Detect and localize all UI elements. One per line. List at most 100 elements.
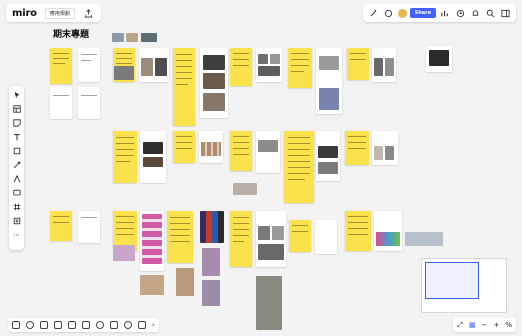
export-icon[interactable] <box>83 7 95 19</box>
minimap[interactable] <box>421 258 507 313</box>
upload-icon[interactable] <box>11 215 22 227</box>
activity-icon[interactable] <box>439 7 451 19</box>
present-icon[interactable] <box>68 321 76 329</box>
board-name[interactable]: 應用規劃 <box>44 7 75 19</box>
photo[interactable] <box>258 226 270 240</box>
reactions-icon[interactable] <box>383 7 395 19</box>
document-card[interactable] <box>50 87 72 119</box>
document-card[interactable] <box>78 48 100 82</box>
photo[interactable] <box>258 54 268 64</box>
photo[interactable] <box>203 93 225 111</box>
timer-icon[interactable] <box>454 7 466 19</box>
share-button[interactable]: Share <box>409 8 436 18</box>
photo[interactable] <box>374 58 383 76</box>
photo[interactable] <box>143 157 163 167</box>
select-icon[interactable] <box>11 89 22 101</box>
thumbnail-image[interactable] <box>126 33 138 42</box>
photo[interactable] <box>270 54 280 64</box>
photo[interactable] <box>203 55 225 70</box>
photo[interactable] <box>114 66 134 80</box>
photo[interactable] <box>376 232 400 246</box>
photo-grid[interactable] <box>201 142 221 156</box>
share-screen-icon[interactable] <box>82 321 90 329</box>
zoom-in-button[interactable]: + <box>493 321 499 329</box>
magic-icon[interactable] <box>368 7 380 19</box>
image-card[interactable] <box>256 131 280 173</box>
miro-logo[interactable]: miro <box>12 8 37 19</box>
sticky-note[interactable] <box>345 211 371 251</box>
minimap-viewport[interactable] <box>425 262 479 299</box>
photo[interactable] <box>318 162 338 174</box>
connector-icon[interactable] <box>11 159 22 171</box>
chat-icon[interactable] <box>26 321 34 329</box>
photo-grid[interactable] <box>142 214 162 264</box>
avatar[interactable] <box>397 8 407 18</box>
photo[interactable] <box>203 73 225 89</box>
sticky-note[interactable] <box>345 131 369 165</box>
photo[interactable] <box>319 88 339 110</box>
photo[interactable] <box>429 50 449 66</box>
sticky-note[interactable] <box>173 131 195 163</box>
photo[interactable] <box>258 244 284 260</box>
sticky-note[interactable] <box>50 211 72 241</box>
document-card[interactable] <box>315 220 337 254</box>
photo[interactable] <box>258 66 280 76</box>
photo[interactable] <box>272 226 284 240</box>
document-card[interactable] <box>78 211 100 243</box>
sticky-note[interactable] <box>230 48 252 86</box>
photo[interactable] <box>385 146 394 160</box>
photo[interactable] <box>176 268 194 296</box>
template-icon[interactable] <box>11 103 22 115</box>
photo[interactable] <box>318 146 338 158</box>
photo[interactable] <box>202 280 220 306</box>
thumbnail-image[interactable] <box>112 33 124 42</box>
panel-icon[interactable] <box>499 7 511 19</box>
sticky-note-icon[interactable] <box>11 117 22 129</box>
document-card[interactable] <box>78 87 100 119</box>
photo[interactable] <box>202 248 220 276</box>
search-icon[interactable] <box>484 7 496 19</box>
more-icon[interactable]: ⋯ <box>11 229 22 241</box>
grid-icon[interactable] <box>40 321 48 329</box>
more-tools-icon[interactable]: › <box>152 321 155 329</box>
comment-icon[interactable] <box>11 187 22 199</box>
sticky-note[interactable] <box>230 131 252 171</box>
sticky-note[interactable] <box>167 211 193 263</box>
shape-icon[interactable] <box>11 145 22 157</box>
photo[interactable] <box>143 142 163 154</box>
zoom-out-button[interactable]: − <box>482 321 488 329</box>
sticky-note[interactable] <box>288 48 312 88</box>
sticky-note[interactable] <box>173 48 195 126</box>
sticky-note[interactable] <box>50 48 72 84</box>
frames-icon[interactable] <box>12 321 20 329</box>
photo[interactable] <box>385 58 394 76</box>
timer-icon-bottom[interactable] <box>124 321 132 329</box>
minimap-toggle-icon[interactable]: ▦ <box>469 321 476 329</box>
photo[interactable] <box>155 58 167 76</box>
notifications-icon[interactable] <box>469 7 481 19</box>
color-palette[interactable] <box>200 211 224 243</box>
photo[interactable] <box>141 58 153 76</box>
photo[interactable] <box>140 275 164 295</box>
sticky-note[interactable] <box>113 131 137 183</box>
pen-icon[interactable] <box>11 173 22 185</box>
photo[interactable] <box>256 276 282 330</box>
video-icon[interactable] <box>110 321 118 329</box>
cards-icon[interactable] <box>54 321 62 329</box>
text-icon[interactable] <box>11 131 22 143</box>
sticky-note[interactable] <box>284 131 314 203</box>
like-icon[interactable] <box>96 321 104 329</box>
sticky-note[interactable] <box>289 220 311 252</box>
vote-icon[interactable] <box>138 321 146 329</box>
frame-icon[interactable] <box>11 201 22 213</box>
photo[interactable] <box>233 183 257 195</box>
photo[interactable] <box>405 232 443 246</box>
board-canvas[interactable]: 期末專題 <box>0 0 522 336</box>
photo[interactable] <box>113 245 135 261</box>
fit-icon[interactable]: ⤢ <box>457 321 463 330</box>
sticky-note[interactable] <box>230 211 252 267</box>
zoom-level[interactable]: % <box>505 321 512 329</box>
photo[interactable] <box>374 146 383 160</box>
photo[interactable] <box>319 56 339 70</box>
photo[interactable] <box>258 140 278 152</box>
